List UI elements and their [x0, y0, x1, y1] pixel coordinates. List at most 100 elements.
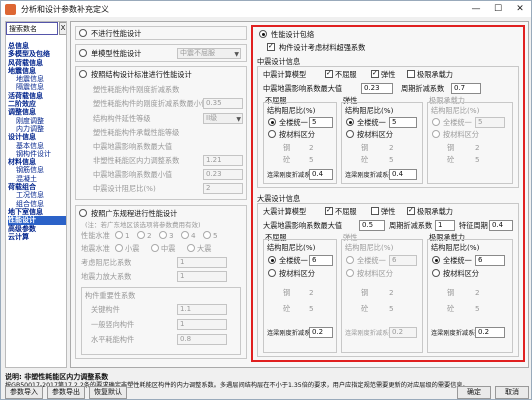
close-icon[interactable]: ✕	[509, 1, 531, 17]
no-perf-radio[interactable]	[79, 29, 87, 37]
big-special-input[interactable]: 0.4	[489, 220, 513, 231]
big-alpha-label: 大震地震影响系数最大值	[263, 221, 343, 230]
big-limit-beam-coef-input[interactable]: 0.2	[475, 327, 505, 338]
perf-level-radio[interactable]	[137, 231, 145, 239]
envelope-radio[interactable]	[259, 30, 267, 38]
restore-default-button[interactable]: 恢复默认	[89, 386, 127, 399]
ok-button[interactable]: 确定	[457, 386, 491, 399]
big-calc-model-label: 大震计算模型	[263, 207, 307, 216]
cancel-button[interactable]: 取消	[495, 386, 529, 399]
search-clear-button[interactable]: X	[59, 22, 66, 35]
eq-level-radio[interactable]	[187, 244, 195, 252]
perf-level-option: 1	[125, 231, 130, 240]
member-envelope-checkbox[interactable]	[267, 42, 275, 51]
tree-item[interactable]: 活荷载信息	[8, 92, 66, 100]
big-elastic-by-material-radio[interactable]	[346, 269, 354, 277]
mid-uniform-radio[interactable]	[268, 118, 276, 126]
mid-elastic-steel-label: 钢	[361, 143, 369, 152]
member-envelope-label: 构件设计考虑材料超强系数	[279, 43, 366, 52]
eq-level-radio[interactable]	[115, 244, 123, 252]
tree-item[interactable]: 云计算	[8, 233, 66, 241]
tree-item[interactable]: 风荷载信息	[8, 59, 66, 67]
guangdong-radio[interactable]	[79, 209, 87, 217]
mid-elastic-checkbox[interactable]	[371, 69, 379, 78]
std-row-input[interactable]: 0.23	[203, 169, 243, 180]
gd-row-input[interactable]: 1	[177, 257, 227, 268]
big-uniform-input[interactable]: 6	[309, 255, 333, 266]
tree-item[interactable]: 高级参数	[8, 225, 66, 233]
tree-item[interactable]: 调整信息	[8, 108, 66, 116]
std-row-input[interactable]: 0.35	[203, 98, 243, 109]
tree-item[interactable]: 钢构件设计	[8, 150, 66, 158]
member-row-input[interactable]: 1.1	[177, 304, 227, 315]
perf-level-radio[interactable]	[181, 231, 189, 239]
maximize-icon[interactable]: ☐	[487, 1, 509, 17]
tree-item[interactable]: 刚度调整	[8, 117, 66, 125]
tree-item[interactable]: 混凝土	[8, 175, 66, 183]
big-limit-uniform-radio[interactable]	[432, 256, 440, 264]
mid-limit-uniform-radio[interactable]	[432, 118, 440, 126]
std-row-select-value: II级	[206, 114, 218, 122]
title-bar: 分析和设计参数补充定义 — ☐ ✕	[1, 1, 531, 17]
tree-item[interactable]: 钢筋信息	[8, 166, 66, 174]
big-elastic-option: 弹性	[381, 207, 396, 216]
eq-level-radio[interactable]	[151, 244, 159, 252]
mid-uniform-input[interactable]: 5	[309, 117, 333, 128]
mid-elastic-uniform-radio[interactable]	[346, 118, 354, 126]
member-row-input[interactable]: 0.8	[177, 334, 227, 345]
mid-elastic-by-material-label: 按材料区分	[357, 130, 393, 139]
std-row-input[interactable]: 1.21	[203, 155, 243, 166]
big-elastic-uniform-radio[interactable]	[346, 256, 354, 264]
big-elastic-beam-coef-input[interactable]: 0.2	[389, 327, 417, 338]
big-no-yield-checkbox[interactable]	[325, 206, 333, 215]
tree-item[interactable]: 工况信息	[8, 191, 66, 199]
tree-item[interactable]: 地下室信息	[8, 208, 66, 216]
std-row-select[interactable]: II级 ▼	[203, 113, 243, 124]
single-perf-select[interactable]: 中震不屈服 ▼	[177, 48, 241, 59]
mid-elastic-uniform-input[interactable]: 5	[389, 117, 417, 128]
mid-elastic-by-material-radio[interactable]	[346, 130, 354, 138]
big-limit-by-material-radio[interactable]	[432, 269, 440, 277]
mid-period-input[interactable]: 0.7	[451, 83, 481, 94]
perf-level-radio[interactable]	[203, 231, 211, 239]
big-elastic-checkbox[interactable]	[371, 207, 379, 215]
export-button[interactable]: 参数导出	[47, 386, 85, 399]
eq-level-option: 中震	[161, 244, 176, 253]
minimize-icon[interactable]: —	[465, 1, 487, 17]
mid-limit-by-material-radio[interactable]	[432, 130, 440, 138]
mid-limit-uniform-input[interactable]: 5	[475, 117, 505, 128]
single-perf-radio[interactable]	[79, 49, 87, 57]
tree-item[interactable]: 设计信息	[8, 133, 66, 141]
mid-beam-coef-input[interactable]: 0.4	[309, 169, 333, 180]
mid-no-yield-checkbox[interactable]	[325, 69, 333, 78]
big-beam-coef-input[interactable]: 0.2	[309, 327, 333, 338]
tree-item-selected[interactable]: 性能设计	[8, 216, 66, 225]
big-by-material-radio[interactable]	[268, 269, 276, 277]
tree-item[interactable]: 地震信息	[8, 67, 66, 75]
big-uniform-radio[interactable]	[268, 256, 276, 264]
big-period-input[interactable]: 1	[435, 220, 455, 231]
mid-damping-label: 结构阻尼比(%)	[267, 106, 316, 115]
mid-elastic-beam-coef-input[interactable]: 0.4	[389, 169, 417, 180]
tree-item[interactable]: 组合信息	[8, 200, 66, 208]
member-row-input[interactable]: 1	[177, 319, 227, 330]
tree-item[interactable]: 多模型及包络	[8, 50, 66, 58]
gd-row-input[interactable]: 1	[177, 271, 227, 282]
big-limit-uniform-input[interactable]: 6	[475, 255, 505, 266]
std-row-input[interactable]: 2	[203, 183, 243, 194]
tree-item[interactable]: 基本信息	[8, 142, 66, 150]
search-input[interactable]: 搜索数名	[6, 22, 58, 35]
nav-tree-panel: 搜索数名 X 总信息 多模型及包络 风荷载信息 地震信息 地震信息 隔震信息 活…	[5, 21, 67, 368]
standard-design-radio[interactable]	[79, 70, 87, 78]
perf-level-radio[interactable]	[159, 231, 167, 239]
mid-limit-checkbox[interactable]	[407, 70, 415, 78]
import-button[interactable]: 参数导入	[5, 386, 43, 399]
big-limit-concrete-label: 砼	[447, 304, 455, 313]
big-elastic-uniform-input[interactable]: 6	[389, 255, 417, 266]
tree-item[interactable]: 隔震信息	[8, 83, 66, 91]
big-alpha-input[interactable]: 0.5	[359, 220, 385, 231]
mid-by-material-radio[interactable]	[268, 130, 276, 138]
perf-level-radio[interactable]	[115, 231, 123, 239]
mid-alpha-input[interactable]: 0.23	[361, 83, 393, 94]
big-limit-checkbox[interactable]	[407, 206, 415, 215]
